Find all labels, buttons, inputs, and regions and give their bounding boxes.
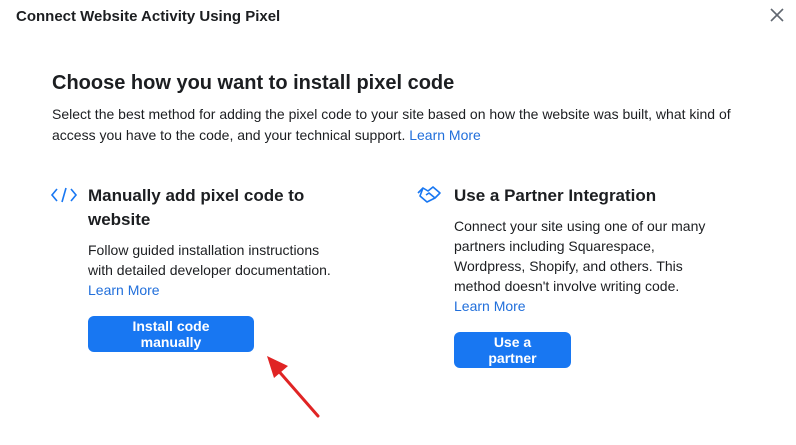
manual-option-title: Manually add pixel code to website	[88, 184, 304, 232]
dialog-header: Connect Website Activity Using Pixel	[0, 0, 796, 36]
use-a-partner-button[interactable]: Use a partner	[454, 332, 571, 368]
partner-option-title: Use a Partner Integration	[454, 186, 657, 205]
partner-learn-more-link[interactable]: Learn More	[454, 298, 526, 314]
page-heading: Choose how you want to install pixel cod…	[52, 72, 455, 94]
code-icon	[50, 186, 78, 209]
manual-title-line2: website	[88, 210, 151, 229]
manual-option-description: Follow guided installation instructions …	[88, 240, 346, 300]
dialog-title: Connect Website Activity Using Pixel	[16, 8, 281, 25]
page-description: Select the best method for adding the pi…	[52, 104, 752, 146]
handshake-icon	[416, 184, 442, 211]
annotation-arrow-icon	[262, 352, 326, 427]
description-text: Select the best method for adding the pi…	[52, 106, 731, 143]
partner-option-description: Connect your site using one of our many …	[454, 216, 716, 316]
manual-title-line1: Manually add pixel code to	[88, 186, 305, 205]
install-code-manually-button[interactable]: Install code manually	[88, 316, 254, 352]
manual-description-text: Follow guided installation instructions …	[88, 242, 331, 278]
partner-description-text: Connect your site using one of our many …	[454, 218, 706, 294]
close-icon[interactable]	[768, 6, 786, 24]
manual-learn-more-link[interactable]: Learn More	[88, 282, 160, 298]
learn-more-link[interactable]: Learn More	[409, 127, 481, 143]
